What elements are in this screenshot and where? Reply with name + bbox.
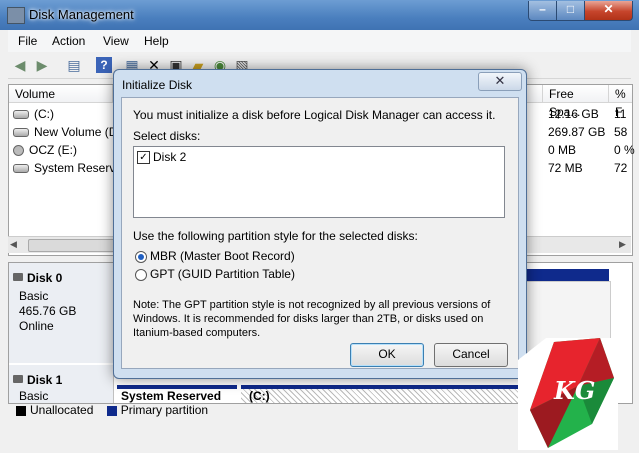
disk-type: Basic: [19, 289, 49, 303]
dialog-title: Initialize Disk: [122, 78, 193, 92]
drive-icon: [13, 110, 29, 120]
close-icon: ✕: [494, 73, 506, 88]
volume-name: OCZ (E:): [29, 143, 77, 157]
back-arrow-icon[interactable]: ◀: [12, 57, 28, 73]
unallocated-swatch: [16, 405, 26, 416]
menu-bar: File Action View Help: [8, 30, 631, 52]
free-space-cell: 0 MB: [548, 143, 577, 157]
column-header-free-space[interactable]: Free Spa...: [543, 85, 609, 119]
list-item[interactable]: ✓ Disk 2: [137, 150, 187, 165]
disk-size: 465.76 GB: [19, 304, 77, 318]
cancel-button[interactable]: Cancel: [434, 343, 508, 367]
table-row[interactable]: System Reserved: [13, 159, 129, 177]
disk-name: Disk 0: [27, 271, 63, 285]
window-title: Disk Management: [29, 7, 134, 22]
initialize-disk-dialog: Initialize Disk ✕ You must initialize a …: [113, 69, 527, 379]
help-icon[interactable]: ?: [96, 57, 112, 73]
optical-drive-icon: [13, 145, 24, 157]
disk-1-label[interactable]: Disk 1 Basic: [9, 365, 114, 403]
disk-2-checkbox[interactable]: ✓: [137, 151, 150, 165]
watermark-text: KG: [554, 376, 596, 405]
menu-file[interactable]: File: [18, 34, 37, 48]
gpt-note: Note: The GPT partition style is not rec…: [133, 298, 490, 340]
close-button[interactable]: ✕: [584, 1, 633, 21]
gpt-option[interactable]: GPT (GUID Partition Table): [135, 267, 295, 281]
disk-2-label: Disk 2: [153, 150, 187, 164]
free-space-cell: 72 MB: [548, 161, 583, 175]
console-tree-icon[interactable]: ▤: [66, 57, 82, 73]
table-row[interactable]: New Volume (D: [13, 123, 117, 141]
column-header-volume[interactable]: Volume: [9, 85, 113, 103]
legend-unallocated: Unallocated: [30, 403, 94, 417]
maximize-button[interactable]: □: [556, 1, 585, 21]
dialog-close-button[interactable]: ✕: [478, 72, 522, 91]
volume-name: New Volume (D: [34, 125, 118, 139]
ok-button[interactable]: OK: [350, 343, 424, 367]
disk-select-list[interactable]: ✓ Disk 2: [133, 146, 505, 218]
percent-free-cell: 0 %: [614, 143, 635, 157]
title-bar[interactable]: Disk Management – □ ✕: [0, 0, 639, 30]
note-line: Note: The GPT partition style is not rec…: [133, 299, 491, 311]
free-space-cell: 12.16 GB: [548, 107, 599, 121]
gpt-label: GPT (GUID Partition Table): [150, 267, 295, 281]
disk-icon: [13, 375, 23, 383]
table-row[interactable]: OCZ (E:): [13, 141, 77, 159]
disk-name: Disk 1: [27, 373, 63, 387]
volume-name: (C:): [34, 107, 54, 121]
disk-0-label[interactable]: Disk 0 Basic 465.76 GB Online: [9, 263, 114, 363]
disk-icon: [13, 273, 23, 281]
partition-header-bar: [519, 269, 609, 281]
dialog-message: You must initialize a disk before Logica…: [133, 108, 496, 122]
drive-icon: [13, 164, 29, 174]
scroll-left-icon[interactable]: ◀: [10, 239, 17, 250]
percent-free-cell: 11: [614, 107, 627, 121]
minimize-button[interactable]: –: [528, 1, 557, 21]
disk-management-icon: [7, 7, 25, 24]
free-space-cell: 269.87 GB: [548, 125, 606, 139]
mbr-option[interactable]: MBR (Master Boot Record): [135, 249, 295, 263]
partition-style-label: Use the following partition style for th…: [133, 229, 418, 243]
select-disks-label: Select disks:: [133, 129, 201, 143]
mbr-radio[interactable]: [135, 250, 147, 263]
column-header-percent-free[interactable]: % F: [609, 85, 632, 119]
note-line: Itanium-based computers.: [133, 327, 261, 339]
scroll-right-icon[interactable]: ▶: [619, 239, 626, 250]
note-line: Windows. It is recommended for disks lar…: [133, 313, 484, 325]
percent-free-cell: 58: [614, 125, 628, 139]
forward-arrow-icon[interactable]: ▶: [34, 57, 50, 73]
menu-view[interactable]: View: [103, 34, 129, 48]
primary-partition-swatch: [106, 405, 117, 416]
percent-free-cell: 72: [614, 161, 628, 175]
table-row[interactable]: (C:): [13, 105, 54, 123]
disk-status: Online: [19, 319, 54, 333]
gpt-radio[interactable]: [135, 268, 147, 281]
drive-icon: [13, 128, 29, 138]
menu-help[interactable]: Help: [144, 34, 169, 48]
kg-logo: KG: [518, 338, 618, 450]
mbr-label: MBR (Master Boot Record): [150, 249, 295, 263]
menu-action[interactable]: Action: [52, 34, 85, 48]
dialog-body: You must initialize a disk before Logica…: [121, 97, 519, 369]
legend-primary-partition: Primary partition: [120, 403, 209, 417]
